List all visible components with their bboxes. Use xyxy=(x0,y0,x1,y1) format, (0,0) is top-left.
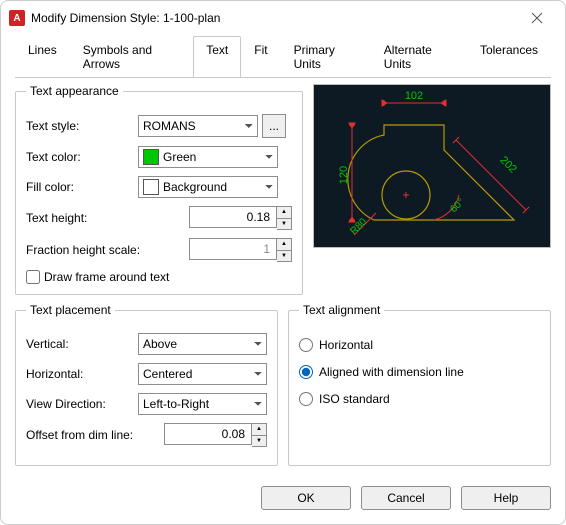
align-horizontal-radio[interactable]: Horizontal xyxy=(299,338,540,352)
tab-tolerances[interactable]: Tolerances xyxy=(467,36,551,77)
fraction-scale-input xyxy=(189,238,277,260)
tab-primary-units[interactable]: Primary Units xyxy=(281,36,371,77)
cancel-button[interactable]: Cancel xyxy=(361,486,451,510)
preview-pane: 102 120 202 60° R80 xyxy=(313,84,551,248)
titlebar: A Modify Dimension Style: 1-100-plan xyxy=(1,1,565,35)
height-up[interactable]: ▲ xyxy=(277,207,291,219)
color-swatch-icon xyxy=(143,149,159,165)
text-alignment-group: Text alignment Horizontal Aligned with d… xyxy=(288,303,551,466)
text-color-select[interactable]: Green xyxy=(138,146,278,168)
height-down[interactable]: ▼ xyxy=(277,219,291,230)
offset-up[interactable]: ▲ xyxy=(252,424,266,436)
offset-input[interactable] xyxy=(164,423,252,445)
vertical-label: Vertical: xyxy=(26,337,138,351)
fill-color-value: Background xyxy=(163,180,227,194)
draw-frame-input[interactable] xyxy=(26,270,40,284)
text-style-select[interactable]: ROMANS xyxy=(138,115,258,137)
vertical-select[interactable]: Above xyxy=(138,333,267,355)
svg-text:60°: 60° xyxy=(448,197,466,215)
svg-text:202: 202 xyxy=(497,154,518,175)
fraction-scale-label: Fraction height scale: xyxy=(26,243,156,257)
offset-label: Offset from dim line: xyxy=(26,428,156,442)
text-color-label: Text color: xyxy=(26,150,138,164)
svg-text:102: 102 xyxy=(405,90,423,102)
text-color-value: Green xyxy=(163,150,196,164)
fraction-down: ▼ xyxy=(277,251,291,262)
fill-color-select[interactable]: Background xyxy=(138,176,278,198)
text-style-browse-button[interactable]: ... xyxy=(262,114,286,138)
text-appearance-group: Text appearance Text style: ROMANS ... T… xyxy=(15,84,303,295)
tab-symbols[interactable]: Symbols and Arrows xyxy=(70,36,194,77)
tab-alternate-units[interactable]: Alternate Units xyxy=(371,36,467,77)
alignment-legend: Text alignment xyxy=(299,303,384,317)
tab-text[interactable]: Text xyxy=(193,36,241,77)
fraction-up: ▲ xyxy=(277,239,291,251)
text-height-input[interactable] xyxy=(189,206,277,228)
tab-lines[interactable]: Lines xyxy=(15,36,70,77)
text-height-label: Text height: xyxy=(26,211,138,225)
offset-down[interactable]: ▼ xyxy=(252,436,266,447)
tab-bar: Lines Symbols and Arrows Text Fit Primar… xyxy=(1,35,565,77)
align-iso-radio[interactable]: ISO standard xyxy=(299,392,540,406)
draw-frame-checkbox[interactable]: Draw frame around text xyxy=(26,270,292,284)
viewdir-select[interactable]: Left-to-Right xyxy=(138,393,267,415)
text-style-label: Text style: xyxy=(26,119,138,133)
dialog-window: A Modify Dimension Style: 1-100-plan Lin… xyxy=(0,0,566,525)
horizontal-label: Horizontal: xyxy=(26,367,138,381)
appearance-legend: Text appearance xyxy=(26,84,123,98)
close-button[interactable] xyxy=(517,4,557,32)
horizontal-select[interactable]: Centered xyxy=(138,363,267,385)
window-title: Modify Dimension Style: 1-100-plan xyxy=(31,11,220,25)
ok-button[interactable]: OK xyxy=(261,486,351,510)
fill-swatch-icon xyxy=(143,179,159,195)
text-placement-group: Text placement Vertical: Above Horizonta… xyxy=(15,303,278,466)
align-with-dim-radio[interactable]: Aligned with dimension line xyxy=(299,365,540,379)
help-button[interactable]: Help xyxy=(461,486,551,510)
svg-text:120: 120 xyxy=(338,166,350,184)
viewdir-label: View Direction: xyxy=(26,397,138,411)
placement-legend: Text placement xyxy=(26,303,115,317)
tab-fit[interactable]: Fit xyxy=(241,36,280,77)
app-icon: A xyxy=(9,10,25,26)
draw-frame-label: Draw frame around text xyxy=(44,270,169,284)
dialog-footer: OK Cancel Help xyxy=(1,478,565,524)
fill-color-label: Fill color: xyxy=(26,180,138,194)
